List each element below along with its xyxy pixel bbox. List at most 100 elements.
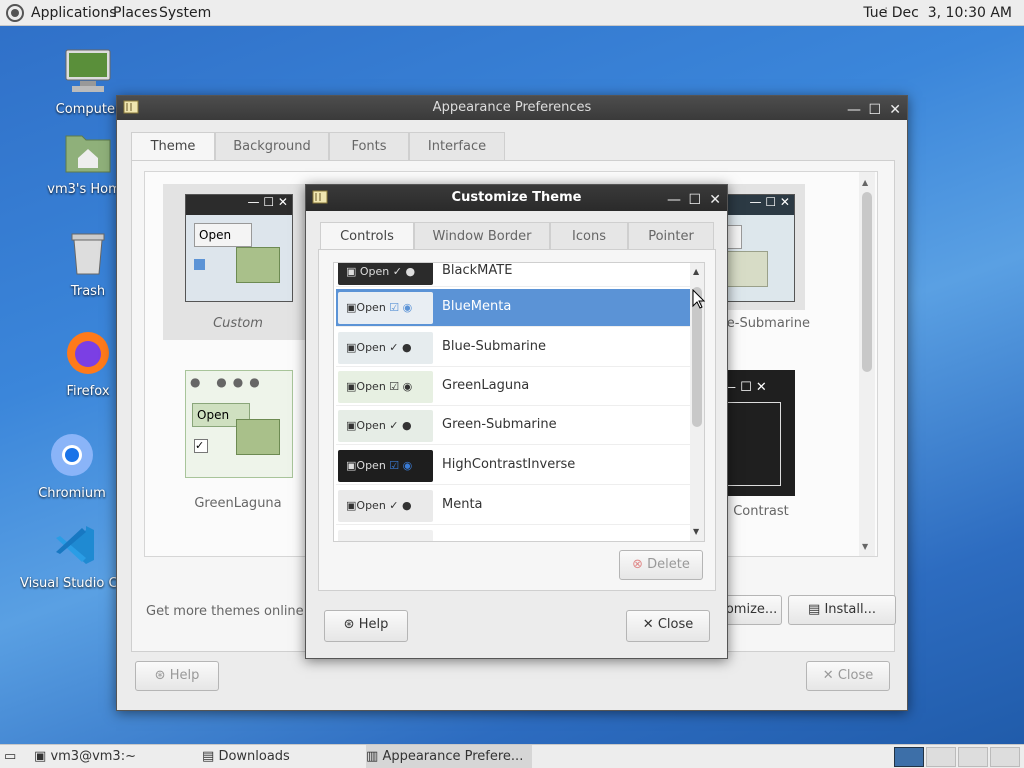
theme-preview: ▣ Open ✓ ● <box>338 263 433 285</box>
menu-system[interactable]: System <box>159 5 211 21</box>
theme-thumb-custom[interactable]: — ☐ ✕ Open Custom <box>163 184 313 340</box>
desktop-icon-vscode[interactable]: Visual Studio Code <box>20 522 130 591</box>
tab-fonts[interactable]: Fonts <box>329 132 409 160</box>
close-icon[interactable]: ✕ <box>709 187 721 213</box>
task-label: Downloads <box>218 749 290 764</box>
list-item-selected[interactable]: ▣Open ☑ ◉ BlueMenta <box>336 289 690 327</box>
task-downloads[interactable]: ▤ Downloads <box>202 745 362 768</box>
scroll-down-icon[interactable]: ▼ <box>693 527 699 536</box>
tab-interface[interactable]: Interface <box>409 132 505 160</box>
computer-icon <box>38 48 138 98</box>
clock[interactable]: Tue Dec 3, 10:30 AM <box>863 5 1012 21</box>
task-label: vm3@vm3:~ <box>50 749 136 764</box>
task-appearance[interactable]: ▥ Appearance Prefere... <box>366 745 532 768</box>
theme-preview: ▣Open ☑ ◉ <box>338 292 433 324</box>
get-more-themes-link[interactable]: Get more themes online <box>146 604 304 619</box>
controls-panel: ▣ Open ✓ ● BlackMATE ▣Open ☑ ◉ BlueMenta… <box>318 249 716 591</box>
maximize-icon[interactable]: ☐ <box>868 98 881 122</box>
customize-theme-dialog: Customize Theme — ☐ ✕ Controls Window Bo… <box>305 184 728 659</box>
task-terminal[interactable]: ▣ vm3@vm3:~ <box>34 745 194 768</box>
close-icon[interactable]: ✕ <box>889 98 901 122</box>
preview-checkbox <box>194 259 205 270</box>
list-item[interactable]: ▣ Open ✓ ● BlackMATE <box>336 263 690 287</box>
close-button[interactable]: ✕ Close <box>626 610 710 642</box>
task-label: Appearance Prefere... <box>382 749 524 764</box>
maximize-icon[interactable]: ☐ <box>688 187 701 213</box>
close-label: Close <box>837 668 874 683</box>
list-item[interactable]: ▣Open ☑ ◉ GreenLaguna <box>336 368 690 406</box>
workspace-1[interactable] <box>894 747 924 767</box>
folder-icon <box>724 251 768 287</box>
install-button[interactable]: ▤ Install... <box>788 595 896 625</box>
help-button[interactable]: ⊛ Help <box>324 610 408 642</box>
scroll-down-icon[interactable]: ▼ <box>862 542 868 551</box>
close-button[interactable]: ✕ Close <box>806 661 890 691</box>
list-item[interactable]: ▣Open ✓ ● Green-Submarine <box>336 407 690 445</box>
theme-label: GreenLaguna <box>194 496 282 511</box>
folder-icon <box>236 247 280 283</box>
dialog-titlebar[interactable]: Customize Theme — ☐ ✕ <box>306 185 727 211</box>
minimize-icon[interactable]: — <box>667 187 681 213</box>
preview-titlebar: ● ●●● <box>190 375 266 389</box>
desktop-icon-label: Chromium <box>38 486 106 501</box>
theme-thumb-highcontrast[interactable]: — ☐ ✕ Contrast <box>715 370 807 520</box>
folder-icon <box>236 419 280 455</box>
mate-logo-icon[interactable] <box>6 4 24 26</box>
help-button[interactable]: ⊛ Help <box>135 661 219 691</box>
theme-preview: — ☐ ✕ Open <box>185 194 293 302</box>
show-desktop-icon[interactable]: ▭ <box>4 745 26 768</box>
delete-button[interactable]: ⊗ Delete <box>619 550 703 580</box>
tab-theme[interactable]: Theme <box>131 132 215 160</box>
install-label: Install... <box>824 602 876 617</box>
minimize-icon[interactable]: — <box>847 98 861 122</box>
delete-label: Delete <box>647 557 690 572</box>
theme-preview: ▣Open ✓ ● <box>338 410 433 442</box>
theme-preview: ▣Open ✓ ● <box>338 332 433 364</box>
desktop-icon-chromium[interactable]: Chromium <box>22 432 122 501</box>
workspace-4[interactable] <box>990 747 1020 767</box>
dialog-title: Customize Theme <box>451 190 582 205</box>
theme-name: BlueMenta <box>442 299 512 314</box>
appearance-app-icon <box>312 189 328 215</box>
theme-name: HighContrastInverse <box>442 457 576 472</box>
tab-pointer[interactable]: Pointer <box>628 222 714 250</box>
list-item[interactable]: ▣Open ☑ ◉ HighContrastInverse <box>336 447 690 485</box>
scrollbar-thumb[interactable] <box>862 192 872 372</box>
help-icon: ⊛ <box>154 668 166 683</box>
theme-name: Blue-Submarine <box>442 339 547 354</box>
window-titlebar[interactable]: Appearance Preferences — ☐ ✕ <box>117 96 907 120</box>
preview-titlebar: — ☐ ✕ <box>723 380 767 395</box>
theme-name: Menta <box>442 497 483 512</box>
theme-preview: ▣Open ☑ ◉ <box>338 450 433 482</box>
tab-background[interactable]: Background <box>215 132 329 160</box>
scroll-up-icon[interactable]: ▲ <box>862 178 868 187</box>
menu-places[interactable]: Places <box>113 5 158 21</box>
theme-preview <box>338 530 433 541</box>
tab-controls[interactable]: Controls <box>320 222 414 250</box>
workspace-3[interactable] <box>958 747 988 767</box>
list-item[interactable]: ▣Open ✓ ● Blue-Submarine <box>336 329 690 367</box>
theme-thumb-blue-submarine[interactable]: — ☐ ✕ Blue-Submarine <box>706 184 810 331</box>
tab-window-border[interactable]: Window Border <box>414 222 550 250</box>
theme-preview: ● ●●● Open ✓ <box>185 370 293 478</box>
help-label: Help <box>169 668 200 683</box>
appearance-app-icon: ▥ <box>366 749 379 764</box>
controls-theme-list[interactable]: ▣ Open ✓ ● BlackMATE ▣Open ☑ ◉ BlueMenta… <box>333 262 705 542</box>
terminal-icon: ▣ <box>34 749 47 764</box>
list-item[interactable] <box>336 527 690 541</box>
top-panel: Applications Places System ⁞ Tue Dec 3, … <box>0 0 1024 26</box>
tab-icons[interactable]: Icons <box>550 222 628 250</box>
list-item[interactable]: ▣Open ✓ ● Menta <box>336 487 690 525</box>
close-label: Close <box>657 617 694 632</box>
vscode-icon <box>20 522 130 572</box>
theme-thumb-greenlaguna[interactable]: ● ●●● Open ✓ GreenLaguna <box>163 370 313 520</box>
appearance-app-icon <box>123 99 139 124</box>
theme-grid-scrollbar[interactable]: ▲ ▼ <box>859 172 875 556</box>
help-icon: ⊛ <box>343 617 355 632</box>
mouse-pointer-icon <box>692 288 706 313</box>
close-icon: ✕ <box>642 617 654 632</box>
scroll-up-icon[interactable]: ▲ <box>693 267 699 276</box>
workspace-2[interactable] <box>926 747 956 767</box>
menu-applications[interactable]: Applications <box>31 5 117 21</box>
folder-icon: ▤ <box>202 749 215 764</box>
